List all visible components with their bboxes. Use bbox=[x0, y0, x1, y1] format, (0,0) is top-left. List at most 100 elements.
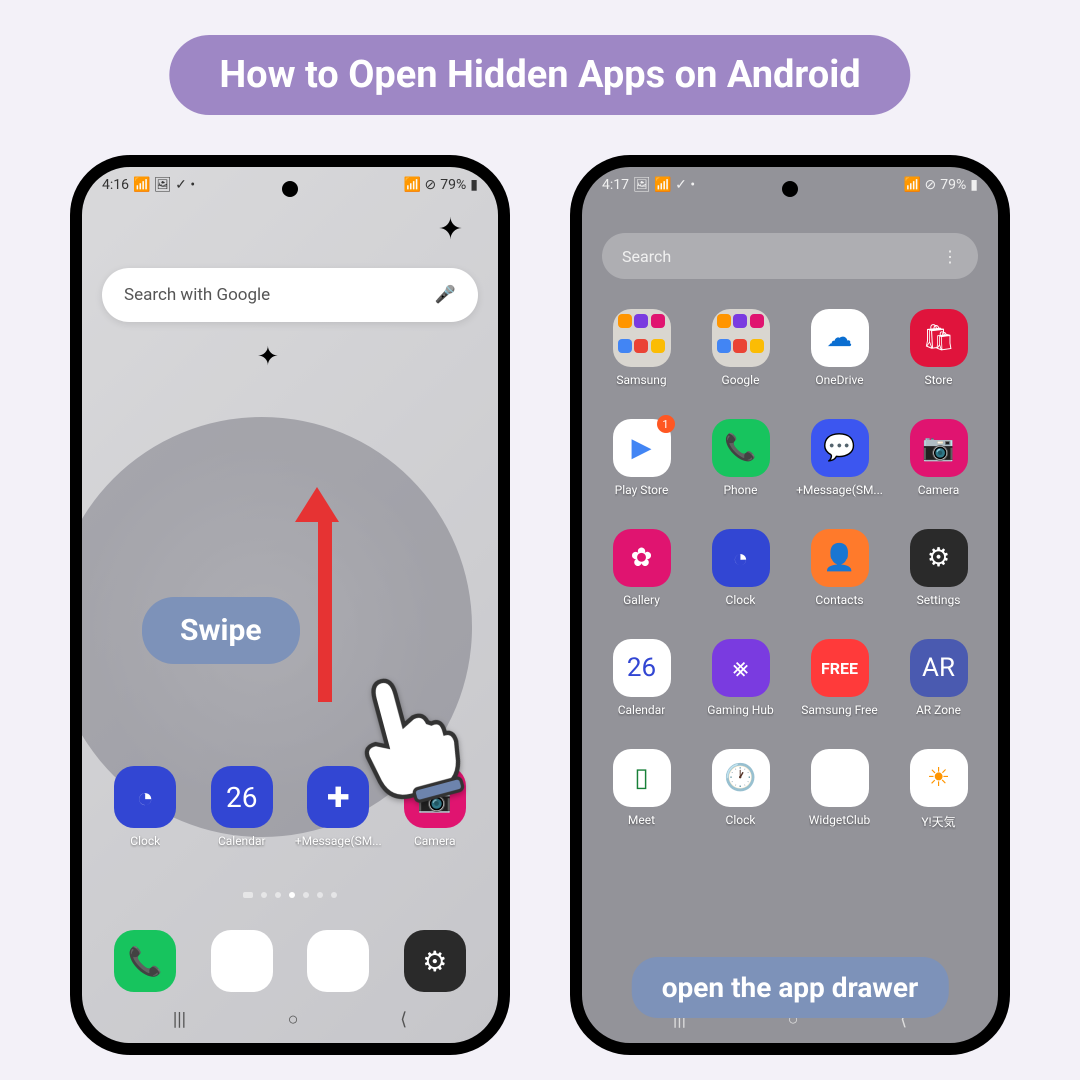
sparkle-icon: ✦ bbox=[257, 342, 279, 372]
search-placeholder: Search with Google bbox=[124, 285, 270, 305]
app-gallery[interactable]: ✿ Gallery bbox=[597, 529, 687, 607]
app-label: Gallery bbox=[623, 593, 660, 607]
app-icon: ⚙ bbox=[404, 930, 466, 992]
app-settings[interactable]: ⚙ Settings bbox=[894, 529, 984, 607]
app-meet[interactable]: ▯ Meet bbox=[597, 749, 687, 827]
app-icon: 📞 bbox=[114, 930, 176, 992]
badge: 1 bbox=[657, 415, 675, 433]
status-battery: 79% bbox=[440, 177, 466, 193]
camera-hole bbox=[282, 181, 298, 197]
app-onedrive[interactable]: ☁OneDrive bbox=[795, 309, 885, 387]
nav-home[interactable]: ○ bbox=[288, 1009, 299, 1030]
phone-app-drawer: 4:17 🖼 📶 ✓ • 📶 ⊘ 79% ▮ Search ⋮ SamsungG… bbox=[570, 155, 1010, 1055]
app-icon: 26 bbox=[211, 766, 273, 828]
app-icon: ▯ bbox=[613, 749, 671, 807]
app-contacts[interactable]: 👤Contacts bbox=[795, 529, 885, 607]
battery-icon: ▮ bbox=[470, 177, 478, 193]
app-icon: ✿ bbox=[613, 529, 671, 587]
app-chrome[interactable]: ◉Chrome bbox=[293, 930, 383, 998]
status-icons-right: 📶 ⊘ bbox=[904, 177, 937, 193]
app-label: Meet bbox=[628, 813, 655, 827]
app-store[interactable]: 🛍 Store bbox=[894, 309, 984, 387]
app-label: Phone bbox=[723, 483, 757, 497]
app-y-[interactable]: ☀Y!天気 bbox=[894, 749, 984, 830]
app-label: Samsung Free bbox=[801, 703, 878, 717]
drawer-row: 26Calendar⨳Gaming HubFREESamsung FreeARA… bbox=[592, 639, 988, 717]
app-label: Contacts bbox=[815, 593, 863, 607]
app-calendar[interactable]: 26 Calendar bbox=[197, 766, 287, 848]
app-icon: 🕐 bbox=[712, 749, 770, 807]
app-icon: 📞 bbox=[712, 419, 770, 477]
status-time: 4:16 bbox=[102, 177, 129, 193]
app-icon: AR bbox=[910, 639, 968, 697]
status-icons-right: 📶 ⊘ bbox=[404, 177, 437, 193]
app-camera[interactable]: 📷Camera bbox=[894, 419, 984, 497]
app-phone[interactable]: 📞 Phone bbox=[696, 419, 786, 497]
app-clock[interactable]: 🕐 Clock bbox=[696, 749, 786, 827]
app-label: Clock bbox=[726, 813, 756, 827]
app-icon: 📷 bbox=[910, 419, 968, 477]
app-label: Camera bbox=[414, 834, 456, 848]
app-icon bbox=[613, 309, 671, 367]
camera-hole bbox=[782, 181, 798, 197]
status-icons-left: 📶 🖼 ✓ • bbox=[133, 177, 195, 193]
app-icon: 💬 bbox=[811, 419, 869, 477]
page-indicator bbox=[82, 892, 498, 898]
app-clock[interactable]: ◔ Clock bbox=[696, 529, 786, 607]
home-screen[interactable]: 4:16 📶 🖼 ✓ • 📶 ⊘ 79% ▮ ✦ Search with Goo… bbox=[82, 167, 498, 1043]
app-icon: ◉ bbox=[307, 930, 369, 992]
app-icon: ◔ bbox=[712, 529, 770, 587]
drawer-search-bar[interactable]: Search ⋮ bbox=[602, 233, 978, 279]
app-label: Y!天気 bbox=[921, 813, 955, 830]
dock: 📞Phone▦Widget◉Chrome⚙Settings bbox=[97, 930, 483, 998]
app-icon bbox=[712, 309, 770, 367]
app--message-sm-[interactable]: 💬 +Message(SM... bbox=[795, 419, 885, 497]
nav-back[interactable]: ⟨ bbox=[400, 1009, 407, 1030]
app-icon: FREE bbox=[811, 639, 869, 697]
app-icon: 🛍 bbox=[910, 309, 968, 367]
title-banner: How to Open Hidden Apps on Android bbox=[169, 35, 910, 115]
swipe-label: Swipe bbox=[142, 597, 300, 664]
sparkle-icon: ✦ bbox=[438, 212, 463, 247]
app-icon: ⚙ bbox=[910, 529, 968, 587]
app-drawer-screen[interactable]: 4:17 🖼 📶 ✓ • 📶 ⊘ 79% ▮ Search ⋮ SamsungG… bbox=[582, 167, 998, 1043]
app-gaming-hub[interactable]: ⨳Gaming Hub bbox=[696, 639, 786, 717]
app-samsung-free[interactable]: FREE Samsung Free bbox=[795, 639, 885, 717]
drawer-row: ▶1Play Store 📞 Phone 💬 +Message(SM... 📷Camera bbox=[592, 419, 988, 497]
app-icon: ▦ bbox=[811, 749, 869, 807]
app-ar-zone[interactable]: AR AR Zone bbox=[894, 639, 984, 717]
app-label: Settings bbox=[917, 593, 961, 607]
app-label: Clock bbox=[726, 593, 756, 607]
nav-recents[interactable]: ||| bbox=[173, 1009, 186, 1030]
app-play-store[interactable]: ▶1Play Store bbox=[597, 419, 687, 497]
app-label: +Message(SM... bbox=[796, 483, 883, 497]
app-icon: ◔ bbox=[114, 766, 176, 828]
mic-icon[interactable]: 🎤 bbox=[435, 285, 456, 305]
app-drawer-grid: Samsung Google ☁OneDrive 🛍 Store ▶1Play Store… bbox=[582, 299, 998, 872]
app-label: WidgetClub bbox=[809, 813, 870, 827]
app-label: Calendar bbox=[618, 703, 666, 717]
phone-home-screen: 4:16 📶 🖼 ✓ • 📶 ⊘ 79% ▮ ✦ Search with Goo… bbox=[70, 155, 510, 1055]
status-time: 4:17 bbox=[602, 177, 629, 193]
more-icon[interactable]: ⋮ bbox=[942, 247, 958, 266]
open-drawer-label: open the app drawer bbox=[632, 957, 949, 1018]
google-search-bar[interactable]: Search with Google 🎤 bbox=[102, 268, 478, 322]
drawer-row: ✿ Gallery ◔ Clock 👤Contacts ⚙ Settings bbox=[592, 529, 988, 607]
app-phone[interactable]: 📞Phone bbox=[100, 930, 190, 998]
app-calendar[interactable]: 26 Calendar bbox=[597, 639, 687, 717]
status-battery: 79% bbox=[940, 177, 966, 193]
app-google[interactable]: Google bbox=[696, 309, 786, 387]
app-icon: ▦ bbox=[211, 930, 273, 992]
app-label: Clock bbox=[130, 834, 160, 848]
app-label: AR Zone bbox=[916, 703, 961, 717]
app-label: Calendar bbox=[218, 834, 266, 848]
app-clock[interactable]: ◔ Clock bbox=[100, 766, 190, 848]
app-widgetclub[interactable]: ▦ WidgetClub bbox=[795, 749, 885, 827]
nav-bar: ||| ○ ⟨ bbox=[82, 1004, 498, 1035]
app-label: Store bbox=[924, 373, 952, 387]
app-samsung[interactable]: Samsung bbox=[597, 309, 687, 387]
app-icon: 26 bbox=[613, 639, 671, 697]
app-label: Google bbox=[722, 373, 760, 387]
app-widget[interactable]: ▦Widget bbox=[197, 930, 287, 998]
app-settings[interactable]: ⚙Settings bbox=[390, 930, 480, 998]
